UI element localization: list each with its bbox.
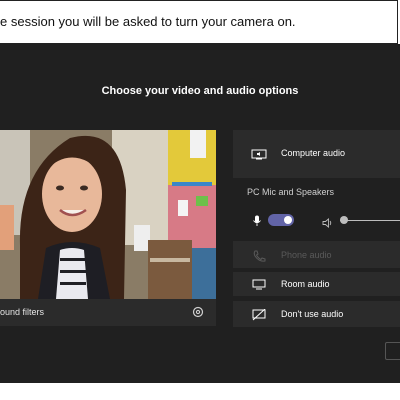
background-filters-label[interactable]: ound filters [0, 307, 44, 317]
camera-preview [0, 130, 216, 299]
speaker-volume-thumb[interactable] [340, 216, 348, 224]
phone-icon [251, 249, 267, 262]
dont-use-audio-label: Don't use audio [281, 309, 344, 319]
phone-audio-label: Phone audio [281, 250, 332, 260]
computer-audio-option[interactable]: Computer audio [233, 130, 400, 178]
dialog-title: Choose your video and audio options [101, 85, 299, 97]
speaker-icon [322, 215, 334, 228]
instruction-caption: e session you will be asked to turn your… [0, 0, 398, 44]
audio-device-label: PC Mic and Speakers [247, 187, 335, 197]
cancel-button[interactable] [385, 342, 400, 360]
no-audio-icon [251, 308, 267, 321]
computer-audio-label: Computer audio [281, 148, 346, 158]
instruction-text: e session you will be asked to turn your… [0, 14, 296, 29]
preview-toolbar: ound filters [0, 299, 216, 326]
microphone-icon [252, 214, 262, 226]
dont-use-audio-option[interactable]: Don't use audio [233, 301, 400, 327]
toggle-knob [284, 216, 292, 224]
webcam-image [0, 130, 216, 299]
mic-toggle[interactable] [268, 214, 294, 226]
speaker-volume-slider[interactable] [340, 220, 400, 221]
room-audio-label: Room audio [281, 279, 330, 289]
room-monitor-icon [251, 278, 267, 290]
room-audio-option[interactable]: Room audio [233, 272, 400, 296]
phone-audio-option[interactable]: Phone audio [233, 241, 400, 268]
gear-icon[interactable] [190, 304, 206, 320]
monitor-speaker-icon [251, 148, 267, 160]
teams-prejoin-screen: Choose your video and audio options ound… [0, 44, 400, 383]
